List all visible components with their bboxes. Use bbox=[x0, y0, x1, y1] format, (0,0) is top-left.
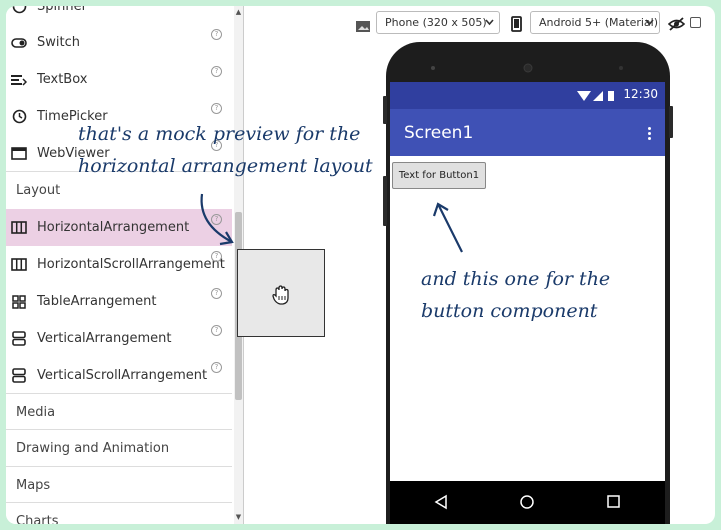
phone-side-button bbox=[669, 106, 673, 138]
vertical-arrangement-icon bbox=[11, 331, 27, 347]
help-icon[interactable]: ? bbox=[211, 103, 222, 114]
textbox-icon bbox=[11, 72, 27, 88]
theme-value: Android 5+ (Material) bbox=[539, 16, 659, 29]
category-label: Maps bbox=[16, 477, 51, 493]
palette-item-label: TableArrangement bbox=[37, 294, 157, 309]
theme-select[interactable]: Android 5+ (Material) bbox=[530, 11, 660, 34]
category-drawing-and-animation[interactable]: Drawing and Animation bbox=[6, 429, 232, 466]
phone-top-details bbox=[431, 63, 623, 73]
phone-size-select[interactable]: Phone (320 x 505) bbox=[376, 11, 500, 34]
palette-item-label: TextBox bbox=[37, 72, 88, 87]
button1-preview[interactable]: Text for Button1 bbox=[392, 162, 486, 189]
category-media[interactable]: Media bbox=[6, 393, 232, 430]
palette-item-label: HorizontalScrollArrangement bbox=[37, 257, 225, 272]
phone-icon[interactable] bbox=[511, 16, 522, 36]
palette-item-horizontal-scroll-arrangement[interactable]: HorizontalScrollArrangement ? bbox=[6, 246, 232, 283]
table-arrangement-icon bbox=[11, 294, 27, 310]
palette-item-table-arrangement[interactable]: TableArrangement ? bbox=[6, 283, 232, 320]
signal-icon bbox=[577, 91, 614, 101]
category-charts[interactable]: Charts bbox=[6, 502, 232, 524]
image-icon[interactable] bbox=[356, 17, 370, 36]
annotation-arrow-left bbox=[200, 193, 234, 246]
palette-item-vertical-arrangement[interactable]: VerticalArrangement ? bbox=[6, 320, 232, 357]
recents-icon bbox=[607, 495, 620, 508]
chevron-down-icon bbox=[485, 16, 494, 32]
palette-item-label: VerticalArrangement bbox=[37, 331, 172, 346]
drag-preview[interactable] bbox=[237, 249, 325, 337]
palette-item-label: TimePicker bbox=[37, 109, 108, 124]
button1-label: Text for Button1 bbox=[398, 170, 480, 181]
category-label: Charts bbox=[16, 513, 59, 525]
spinner-icon bbox=[11, 6, 27, 15]
palette-item-switch[interactable]: Switch ? bbox=[6, 24, 232, 61]
home-icon bbox=[520, 495, 534, 509]
phone-size-value: Phone (320 x 505) bbox=[385, 16, 487, 29]
component-palette: Spinner Switch ? TextBox ? TimePicker ? bbox=[6, 6, 232, 524]
scroll-down-icon[interactable]: ▼ bbox=[234, 513, 243, 521]
app-bar: Screen1 bbox=[390, 109, 665, 156]
horizontal-arrangement-icon bbox=[11, 220, 27, 236]
chevron-down-icon bbox=[645, 16, 654, 32]
annotation-arrow-right bbox=[432, 202, 463, 253]
annotation-layout-line1: that's a mock preview for the bbox=[78, 123, 361, 145]
help-icon[interactable]: ? bbox=[211, 362, 222, 373]
webviewer-icon bbox=[11, 146, 27, 162]
category-label: Drawing and Animation bbox=[16, 440, 170, 456]
annotation-button-line2: button component bbox=[421, 300, 598, 322]
hidden-components-checkbox[interactable] bbox=[690, 17, 701, 28]
nav-bar bbox=[390, 481, 665, 524]
vertical-scroll-arrangement-icon bbox=[11, 368, 27, 384]
help-icon[interactable]: ? bbox=[211, 29, 222, 40]
phone-side-button bbox=[383, 96, 387, 124]
palette-item-label: Switch bbox=[37, 35, 80, 50]
category-maps[interactable]: Maps bbox=[6, 466, 232, 503]
scroll-up-icon[interactable]: ▲ bbox=[234, 8, 243, 16]
nav-buttons bbox=[434, 494, 620, 510]
overflow-menu-icon[interactable] bbox=[648, 127, 651, 142]
back-icon bbox=[434, 494, 447, 510]
phone-side-button bbox=[383, 176, 387, 226]
annotation-button-line1: and this one for the bbox=[421, 268, 611, 290]
palette-item-label: VerticalScrollArrangement bbox=[37, 368, 208, 383]
help-icon[interactable]: ? bbox=[211, 251, 222, 262]
designer-window: Spinner Switch ? TextBox ? TimePicker ? bbox=[6, 6, 715, 524]
category-label: Media bbox=[16, 404, 56, 420]
help-icon[interactable]: ? bbox=[211, 288, 222, 299]
status-time: 12:30 bbox=[623, 87, 658, 101]
eye-off-icon[interactable] bbox=[667, 16, 686, 35]
clock-icon bbox=[11, 109, 27, 125]
palette-item-label: Spinner bbox=[37, 6, 87, 14]
grab-hand-icon bbox=[271, 284, 291, 310]
palette-item-textbox[interactable]: TextBox ? bbox=[6, 61, 232, 98]
switch-icon bbox=[11, 35, 27, 51]
status-bar: 12:30 bbox=[390, 82, 665, 109]
help-icon[interactable]: ? bbox=[211, 66, 222, 77]
help-icon[interactable]: ? bbox=[211, 325, 222, 336]
category-label: Layout bbox=[16, 182, 61, 198]
horizontal-scroll-arrangement-icon bbox=[11, 257, 27, 273]
palette-item-vertical-scroll-arrangement[interactable]: VerticalScrollArrangement ? bbox=[6, 357, 232, 394]
screen-title: Screen1 bbox=[404, 123, 474, 143]
annotation-layout-line2: horizontal arrangement layout bbox=[78, 155, 373, 177]
palette-item-spinner[interactable]: Spinner bbox=[6, 6, 232, 25]
palette-item-label: HorizontalArrangement bbox=[37, 220, 190, 235]
